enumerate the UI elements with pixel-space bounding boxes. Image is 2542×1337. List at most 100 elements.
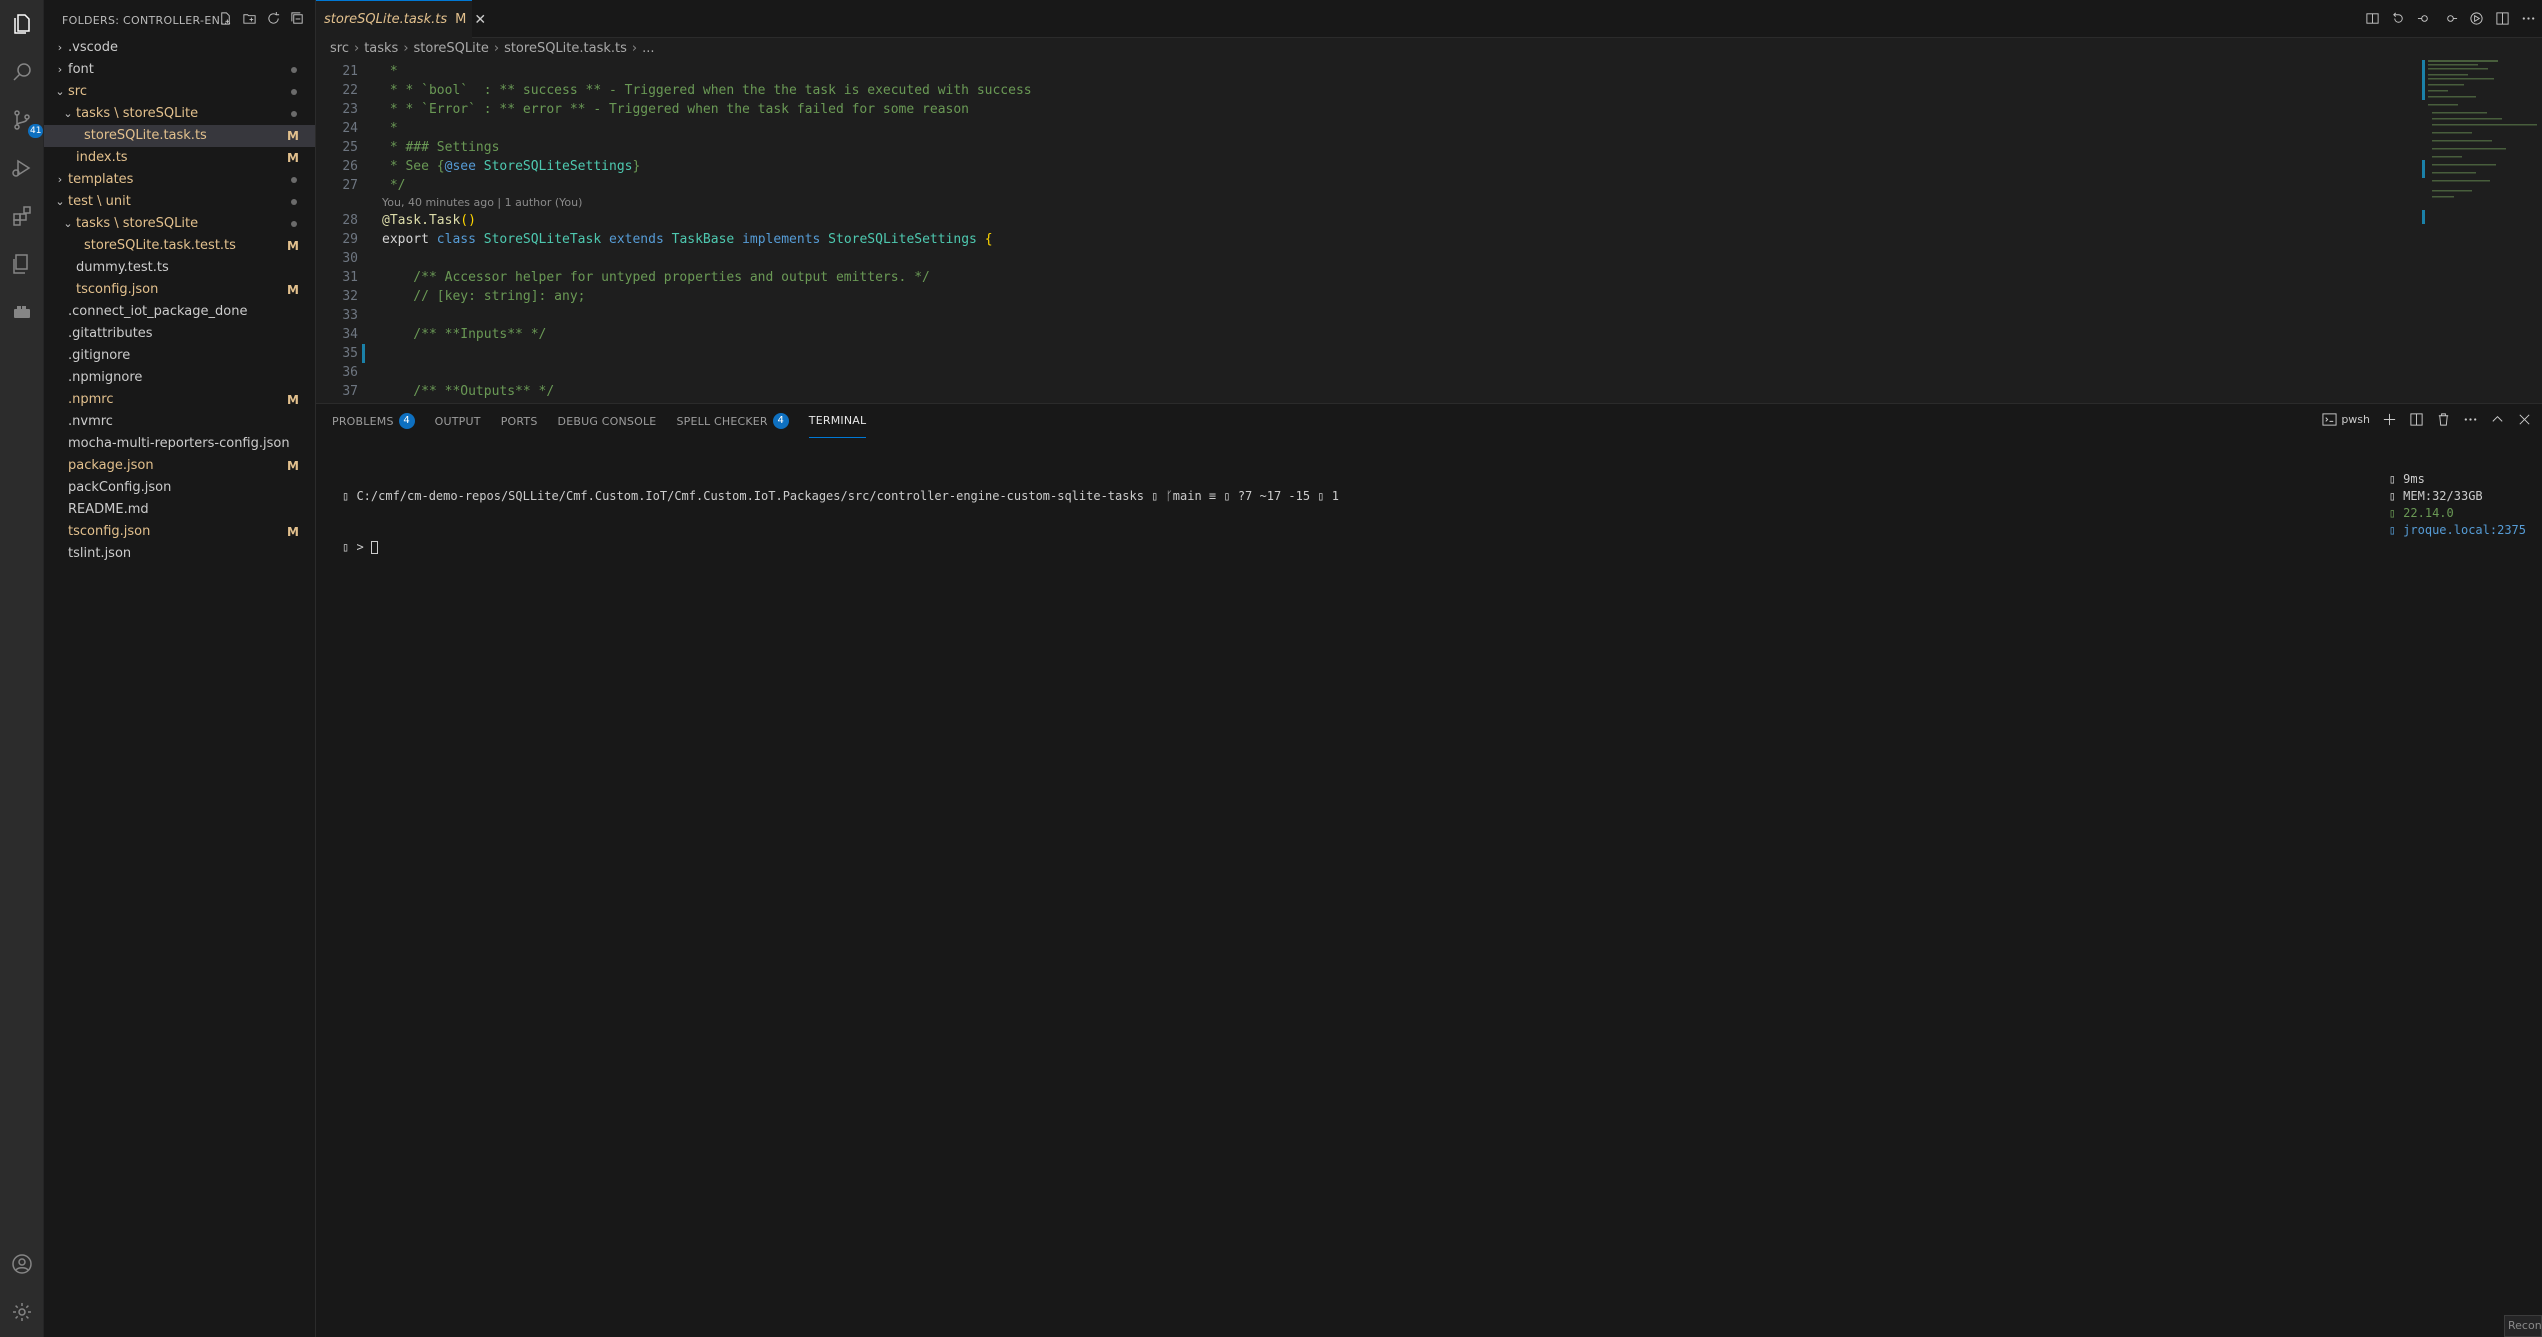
chevron-down-icon[interactable]: ⌄: [60, 103, 76, 125]
explorer-title: FOLDERS: CONTROLLER-EN...: [62, 13, 232, 27]
settings-gear-icon[interactable]: [6, 1296, 38, 1328]
code-token: /** Accessor helper for untyped properti…: [382, 270, 930, 285]
panel-tab-ports[interactable]: PORTS: [501, 404, 538, 438]
explorer-icon[interactable]: [6, 8, 38, 40]
code-token: */: [382, 178, 406, 193]
panel-tab-label: TERMINAL: [808, 414, 867, 427]
tree-file[interactable]: .connect_iot_package_done: [44, 301, 315, 323]
git-status-badge: M: [287, 283, 299, 297]
tree-file[interactable]: dummy.test.ts: [44, 257, 315, 279]
source-control-icon[interactable]: 41: [6, 104, 44, 138]
editor-tab-storesqlite-task[interactable]: storeSQLite.task.ts M ✕: [316, 0, 486, 38]
tree-file[interactable]: .gitignore: [44, 345, 315, 367]
trash-icon[interactable]: [2436, 412, 2451, 427]
code-token: implements: [742, 232, 829, 247]
tree-file[interactable]: storeSQLite.task.ts M: [44, 125, 315, 147]
new-folder-icon[interactable]: [241, 10, 257, 26]
chevron-right-icon[interactable]: ›: [52, 37, 68, 59]
git-status-badge: M: [287, 525, 299, 539]
split-terminal-icon[interactable]: [2409, 412, 2424, 427]
codelens-blame[interactable]: You, 40 minutes ago | 1 author (You): [382, 196, 582, 210]
panel-tab-output[interactable]: OUTPUT: [435, 404, 481, 438]
line-number: 33: [342, 308, 358, 323]
code-text: *: [382, 62, 398, 81]
gutter-modified-marker[interactable]: [362, 344, 365, 363]
tree-file[interactable]: .nvmrc: [44, 411, 315, 433]
docker-icon[interactable]: [6, 296, 38, 328]
tree-file[interactable]: storeSQLite.task.test.ts M: [44, 235, 315, 257]
code-token: // [key: string]: any;: [382, 289, 586, 304]
tree-file[interactable]: tslint.json: [44, 543, 315, 565]
tree-item-label: storeSQLite.task.ts: [84, 128, 207, 143]
breadcrumb-separator-icon: ›: [493, 41, 500, 56]
breadcrumb-item[interactable]: ...: [642, 41, 654, 56]
new-terminal-icon[interactable]: [2382, 412, 2397, 427]
tree-file[interactable]: mocha-multi-reporters-config.json: [44, 433, 315, 455]
more-actions-icon[interactable]: [2520, 10, 2536, 26]
run-debug-icon[interactable]: [6, 152, 38, 184]
chevron-down-icon[interactable]: ⌄: [52, 81, 68, 103]
terminal-cursor: [370, 541, 378, 554]
breadcrumb-item[interactable]: storeSQLite.task.ts: [504, 41, 627, 56]
tree-file[interactable]: tsconfig.json M: [44, 279, 315, 301]
new-file-icon[interactable]: [217, 10, 233, 26]
terminal-shell-selector[interactable]: pwsh: [2322, 412, 2370, 427]
panel-tab-label: OUTPUT: [434, 414, 481, 428]
chevron-right-icon[interactable]: ›: [52, 59, 68, 81]
code-token: @see: [444, 159, 476, 174]
refresh-icon[interactable]: [265, 10, 281, 26]
line-number: 22: [342, 83, 358, 98]
open-changes-icon[interactable]: [2364, 10, 2380, 26]
chevron-down-icon[interactable]: ⌄: [52, 191, 68, 213]
tree-file[interactable]: .npmrc M: [44, 389, 315, 411]
tree-file[interactable]: .npmignore: [44, 367, 315, 389]
tree-file[interactable]: packConfig.json: [44, 477, 315, 499]
code-text: export class StoreSQLiteTask extends Tas…: [382, 230, 993, 249]
tree-file[interactable]: .gitattributes: [44, 323, 315, 345]
collapse-all-icon[interactable]: [289, 10, 305, 26]
panel-tab-problems[interactable]: PROBLEMS 4: [332, 404, 415, 438]
tree-file[interactable]: README.md: [44, 499, 315, 521]
run-icon[interactable]: [2468, 10, 2484, 26]
search-icon[interactable]: [6, 56, 38, 88]
chevron-right-icon[interactable]: ›: [52, 169, 68, 191]
tree-folder[interactable]: ⌄ tasks \ storeSQLite: [44, 213, 315, 235]
code-text: * See {@see StoreSQLiteSettings}: [382, 157, 641, 176]
next-change-icon[interactable]: [2442, 10, 2458, 26]
breadcrumb-item[interactable]: src: [330, 41, 349, 56]
tree-file[interactable]: index.ts M: [44, 147, 315, 169]
extensions-icon[interactable]: [6, 200, 38, 232]
code-line: 37 /** **Outputs** */: [316, 382, 2542, 401]
revert-icon[interactable]: [2390, 10, 2406, 26]
contains-changes-dot: [291, 221, 297, 227]
line-number: 24: [342, 121, 358, 136]
git-status-badge: M: [287, 459, 299, 473]
previous-change-icon[interactable]: [2416, 10, 2432, 26]
remote-explorer-icon[interactable]: [6, 248, 38, 280]
breadcrumb-item[interactable]: tasks: [364, 41, 398, 56]
maximize-panel-icon[interactable]: [2490, 412, 2505, 427]
tab-close-icon[interactable]: ✕: [474, 12, 486, 28]
reconnect-status[interactable]: Recon: [2504, 1315, 2542, 1337]
panel-tab-debug-console[interactable]: DEBUG CONSOLE: [558, 404, 657, 438]
tree-folder[interactable]: › templates: [44, 169, 315, 191]
panel-more-icon[interactable]: [2463, 412, 2478, 427]
tree-folder[interactable]: › font: [44, 59, 315, 81]
tree-folder[interactable]: ⌄ src: [44, 81, 315, 103]
account-icon[interactable]: [6, 1248, 38, 1280]
terminal-output[interactable]: ▯ C:/cmf/cm-demo-repos/SQLLite/Cmf.Custo…: [342, 454, 1339, 590]
tree-folder[interactable]: ⌄ test \ unit: [44, 191, 315, 213]
tree-folder[interactable]: ⌄ tasks \ storeSQLite: [44, 103, 315, 125]
panel-tab-spell-checker[interactable]: SPELL CHECKER 4: [676, 404, 789, 438]
close-panel-icon[interactable]: [2517, 412, 2532, 427]
tree-file[interactable]: package.json M: [44, 455, 315, 477]
minimap[interactable]: [2422, 60, 2542, 400]
panel-tab-terminal[interactable]: TERMINAL: [808, 404, 867, 438]
split-editor-icon[interactable]: [2494, 10, 2510, 26]
tree-folder[interactable]: › .vscode: [44, 37, 315, 59]
line-number: 34: [342, 327, 358, 342]
chevron-down-icon[interactable]: ⌄: [60, 213, 76, 235]
tree-file[interactable]: tsconfig.json M: [44, 521, 315, 543]
breadcrumb-item[interactable]: storeSQLite: [414, 41, 489, 56]
code-line: 30: [316, 249, 2542, 268]
